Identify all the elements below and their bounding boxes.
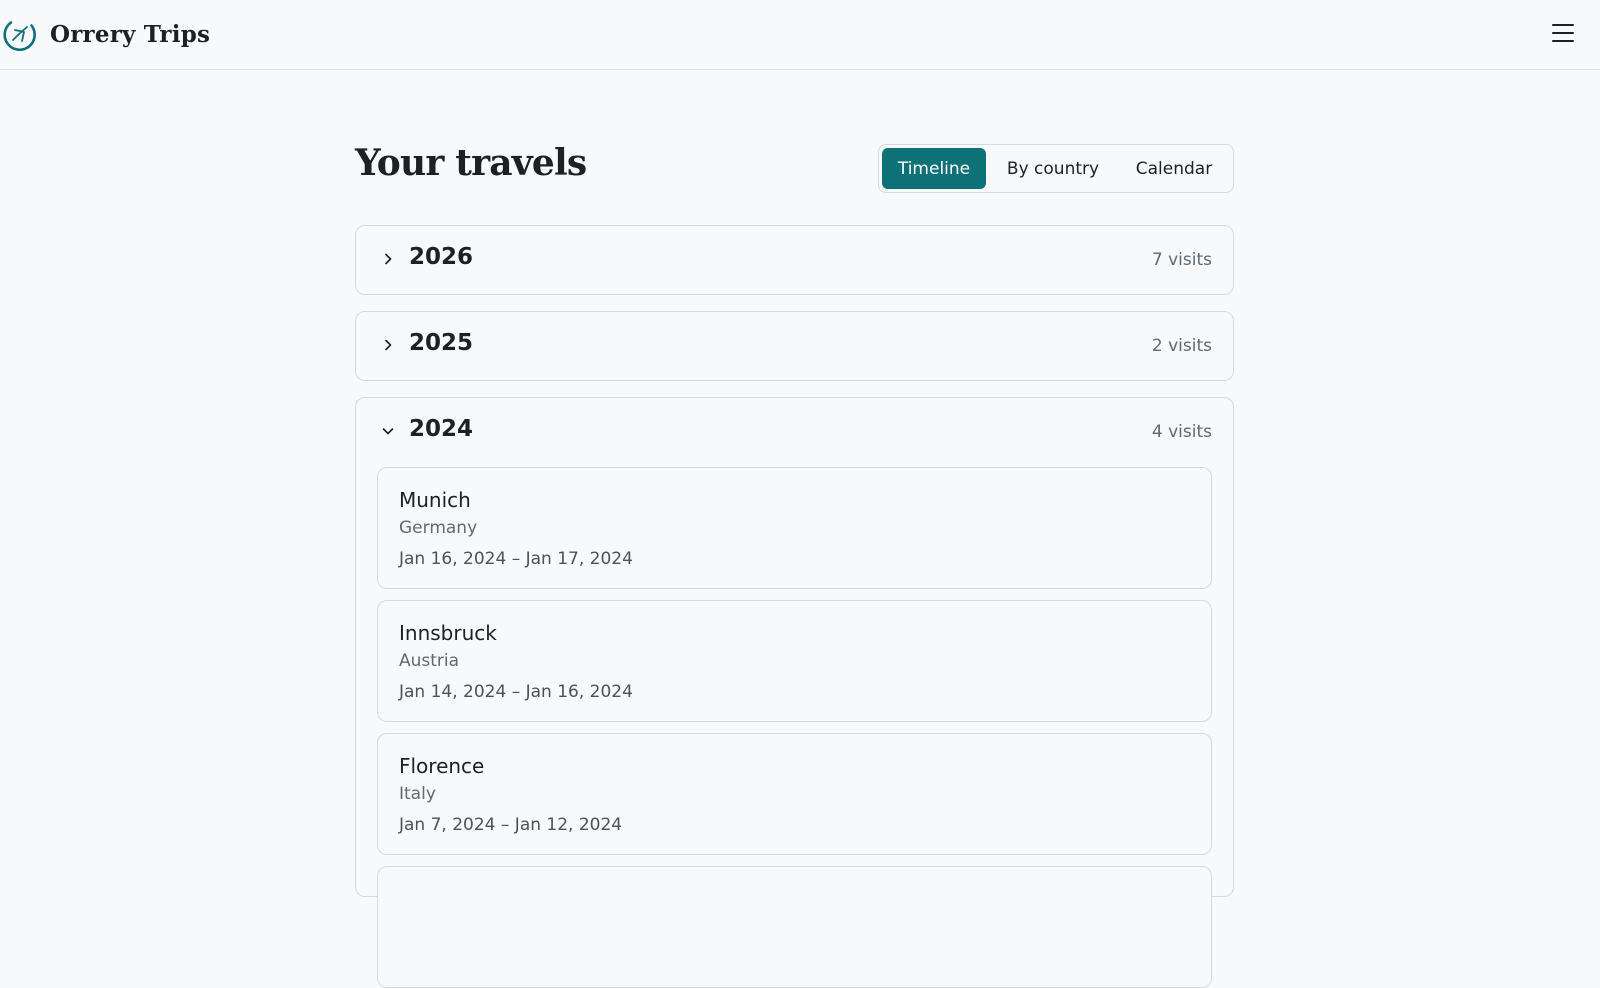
visit-count: 4 visits	[1151, 422, 1212, 442]
brand-home-link[interactable]: Orrery Trips	[2, 16, 210, 52]
year-header-2026[interactable]: 2026 7 visits	[356, 226, 1233, 294]
tab-timeline[interactable]: Timeline	[882, 148, 986, 189]
top-navigation-bar: Orrery Trips	[0, 0, 1600, 70]
trip-country: Austria	[399, 651, 460, 671]
trip-dates: Jan 14, 2024 – Jan 16, 2024	[399, 682, 633, 702]
hamburger-menu-icon[interactable]	[1552, 22, 1574, 44]
year-header-2025[interactable]: 2025 2 visits	[356, 312, 1233, 380]
trip-dates: Jan 16, 2024 – Jan 17, 2024	[399, 549, 633, 569]
chevron-down-icon	[382, 428, 394, 435]
visit-count: 7 visits	[1151, 250, 1212, 270]
year-label: 2026	[409, 244, 474, 270]
brand-name: Orrery Trips	[50, 20, 211, 48]
trip-country: Italy	[399, 784, 436, 804]
trip-dates: Jan 7, 2024 – Jan 12, 2024	[399, 815, 623, 835]
year-group-2025: 2025 2 visits	[355, 311, 1234, 381]
year-group-2026: 2026 7 visits	[355, 225, 1234, 295]
trip-card[interactable]: Munich Germany Jan 16, 2024 – Jan 17, 20…	[377, 467, 1212, 589]
chevron-right-icon	[385, 253, 392, 265]
year-header-2024[interactable]: 2024 4 visits	[356, 398, 1233, 466]
globe-plane-icon	[3, 21, 36, 52]
year-group-2024: 2024 4 visits Munich Germany Jan 16, 202…	[355, 397, 1234, 988]
tab-by-country[interactable]: By country	[986, 148, 1120, 189]
trip-city: Munich	[399, 488, 471, 512]
trip-city: Florence	[399, 754, 485, 778]
page-title: Your travels	[355, 142, 587, 184]
visit-count: 2 visits	[1151, 336, 1212, 356]
trip-city: Innsbruck	[399, 621, 497, 645]
year-label: 2024	[409, 416, 474, 442]
trip-card[interactable]	[377, 866, 1212, 988]
trip-card[interactable]: Florence Italy Jan 7, 2024 – Jan 12, 202…	[377, 733, 1212, 855]
trip-card[interactable]: Innsbruck Austria Jan 14, 2024 – Jan 16,…	[377, 600, 1212, 722]
trip-country: Germany	[399, 518, 478, 538]
tab-calendar[interactable]: Calendar	[1120, 148, 1228, 189]
view-toggle: Timeline By country Calendar	[878, 144, 1234, 193]
chevron-right-icon	[385, 339, 392, 351]
year-label: 2025	[409, 330, 474, 356]
